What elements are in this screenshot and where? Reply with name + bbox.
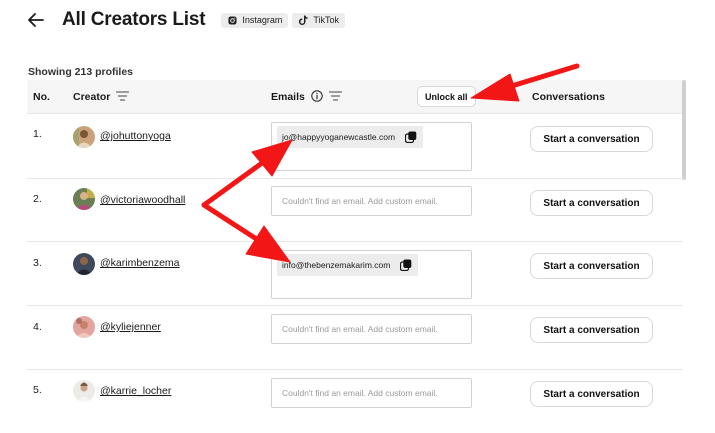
instagram-icon	[228, 15, 237, 25]
row-number: 3.	[33, 257, 42, 269]
avatar	[73, 188, 95, 210]
email-field[interactable]: jo@happyyoganewcastle.com	[271, 122, 472, 171]
creator-handle[interactable]: @karrie_locher	[100, 385, 171, 397]
platform-tags: Instagram TikTok	[221, 12, 346, 28]
table-row: 5. @karrie_locher Couldn't find an email…	[27, 370, 683, 433]
creator-handle[interactable]: @johuttonyoga	[100, 130, 171, 142]
email-field[interactable]: info@thebenzemakarim.com	[271, 250, 472, 299]
column-creator: Creator	[73, 80, 130, 114]
row-number: 4.	[33, 321, 42, 333]
avatar	[73, 126, 95, 148]
unlock-all-button[interactable]: Unlock all	[417, 86, 476, 107]
table-row: 3. @karimbenzema info@thebenzemakarim.co…	[27, 242, 683, 306]
avatar	[73, 253, 95, 275]
start-conversation-button[interactable]: Start a conversation	[530, 381, 653, 407]
filter-icon[interactable]	[116, 90, 130, 104]
column-no: No.	[33, 91, 50, 103]
start-conversation-button[interactable]: Start a conversation	[530, 317, 653, 343]
tiktok-icon	[299, 15, 308, 25]
creator-handle[interactable]: @kyliejenner	[100, 321, 161, 333]
avatar	[73, 316, 95, 338]
column-emails: Emails	[271, 80, 342, 114]
custom-email-input[interactable]: Couldn't find an email. Add custom email…	[271, 186, 472, 216]
platform-label: Instagram	[242, 15, 283, 25]
email-value: jo@happyyoganewcastle.com	[282, 132, 396, 142]
platform-label: TikTok	[313, 15, 340, 25]
email-chip: info@thebenzemakarim.com	[277, 254, 419, 276]
platform-tag-tiktok[interactable]: TikTok	[292, 12, 346, 28]
page-title: All Creators List	[62, 9, 206, 30]
info-icon[interactable]	[311, 89, 323, 105]
table-header: No. Creator Emails Unlock all Conversati…	[27, 80, 683, 114]
column-conversations: Conversations	[532, 91, 605, 103]
creator-handle[interactable]: @victoriawoodhall	[100, 194, 185, 206]
copy-icon[interactable]	[404, 131, 417, 144]
custom-email-input[interactable]: Couldn't find an email. Add custom email…	[271, 314, 472, 344]
profiles-count: Showing 213 profiles	[28, 66, 134, 78]
start-conversation-button[interactable]: Start a conversation	[530, 126, 653, 152]
table-row: 4. @kyliejenner Couldn't find an email. …	[27, 306, 683, 370]
avatar	[73, 380, 95, 402]
custom-email-input[interactable]: Couldn't find an email. Add custom email…	[271, 378, 472, 408]
email-chip: jo@happyyoganewcastle.com	[277, 126, 424, 148]
row-number: 5.	[33, 384, 42, 396]
start-conversation-button[interactable]: Start a conversation	[530, 190, 653, 216]
back-arrow-icon[interactable]	[26, 10, 46, 30]
platform-tag-instagram[interactable]: Instagram	[221, 12, 289, 28]
email-value: info@thebenzemakarim.com	[282, 260, 391, 270]
filter-icon[interactable]	[328, 90, 342, 104]
row-number: 1.	[33, 128, 42, 140]
table-row: 2. @victoriawoodhall Couldn't find an em…	[27, 179, 683, 242]
row-number: 2.	[33, 193, 42, 205]
page-header: All Creators List Instagram TikTok	[26, 8, 346, 32]
copy-icon[interactable]	[400, 259, 412, 272]
start-conversation-button[interactable]: Start a conversation	[530, 253, 653, 279]
creator-handle[interactable]: @karimbenzema	[100, 257, 180, 269]
table-row: 1. @johuttonyoga jo@happyyoganewcastle.c…	[27, 115, 683, 179]
